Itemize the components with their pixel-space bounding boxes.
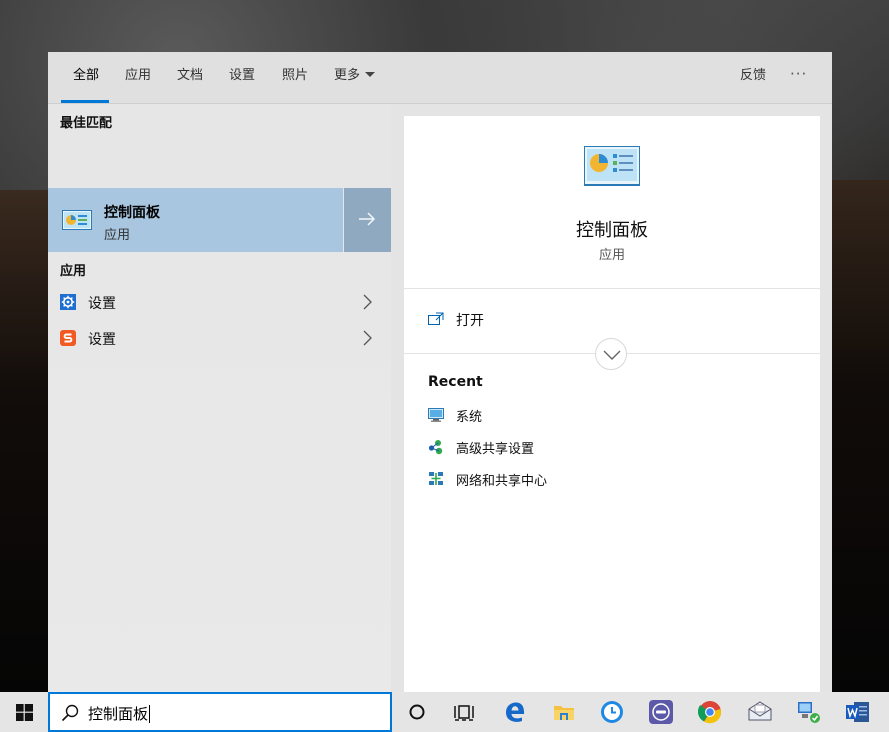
- caret-down-icon: [365, 72, 376, 77]
- tab-more[interactable]: 更多: [334, 67, 376, 89]
- gear-icon: [60, 294, 76, 310]
- tab-settings[interactable]: 设置: [229, 67, 255, 89]
- clock-app-icon: [601, 701, 623, 723]
- task-view-icon: [454, 705, 474, 721]
- arrow-right-icon: [359, 212, 376, 226]
- app-result-label: 设置: [88, 296, 116, 312]
- remote-desktop-button[interactable]: [784, 692, 832, 732]
- tab-documents[interactable]: 文档: [177, 67, 203, 89]
- word-icon: [846, 702, 869, 722]
- chevron-right-icon: [363, 294, 372, 310]
- start-button[interactable]: [0, 692, 48, 732]
- app-badge-icon: [649, 700, 673, 724]
- network-icon: [429, 472, 443, 485]
- best-match-title: 控制面板: [104, 205, 160, 221]
- text-caret: [149, 704, 151, 723]
- best-match-expand-button[interactable]: [344, 188, 391, 252]
- recent-item-advanced-sharing[interactable]: 高级共享设置: [428, 438, 728, 458]
- app-result-settings[interactable]: 设置: [48, 284, 391, 320]
- tab-apps[interactable]: 应用: [125, 67, 151, 89]
- recent-item-network-center[interactable]: 网络和共享中心: [428, 470, 728, 490]
- taskbar-search-input[interactable]: 控制面板: [48, 692, 392, 732]
- best-match-heading: 最佳匹配: [60, 116, 113, 131]
- sogou-s-icon: [60, 330, 76, 346]
- file-explorer-icon: [554, 706, 574, 720]
- file-explorer-button[interactable]: [540, 692, 588, 732]
- tab-photos[interactable]: 照片: [282, 67, 308, 89]
- cortana-icon: [409, 704, 425, 720]
- system-monitor-icon: [428, 408, 444, 422]
- recent-item-label: 高级共享设置: [456, 442, 535, 457]
- feedback-link[interactable]: 反馈: [740, 67, 766, 89]
- mail-app-button[interactable]: [735, 692, 783, 732]
- tab-more-label: 更多: [334, 68, 361, 83]
- chrome-icon: [698, 701, 722, 724]
- taskbar: 控制面板: [0, 692, 889, 732]
- open-external-icon: [428, 312, 444, 325]
- more-options-button[interactable]: ···: [790, 65, 807, 83]
- app-result-settings-sogou[interactable]: 设置: [48, 320, 391, 356]
- search-query-text: 控制面板: [88, 704, 151, 723]
- task-view-button[interactable]: [440, 692, 488, 732]
- preview-pane: 控制面板 应用 打开 Recent 系统 高级共享设置 网络和共享中心: [404, 116, 820, 692]
- chevron-down-icon: [603, 350, 621, 360]
- wallpaper-right-edge: [832, 180, 889, 690]
- preview-title: 控制面板: [576, 220, 648, 241]
- recent-item-label: 网络和共享中心: [456, 474, 548, 489]
- recent-item-label: 系统: [456, 410, 483, 425]
- best-match-item[interactable]: 控制面板 应用: [48, 188, 343, 252]
- open-action-label: 打开: [456, 313, 484, 329]
- app-result-label: 设置: [88, 332, 116, 348]
- divider: [404, 288, 820, 289]
- edge-button[interactable]: [491, 692, 539, 732]
- sharing-icon: [428, 440, 443, 455]
- mail-app-icon: [748, 701, 772, 721]
- recent-item-system[interactable]: 系统: [428, 406, 728, 426]
- search-filter-bar: 全部 应用 文档 设置 照片 更多 反馈 ···: [48, 52, 832, 104]
- remote-desktop-icon: [798, 702, 820, 723]
- active-tab-indicator: [61, 100, 109, 103]
- cortana-button[interactable]: [393, 692, 441, 732]
- preview-subtitle: 应用: [598, 248, 625, 263]
- tab-all[interactable]: 全部: [73, 67, 99, 89]
- edge-icon: [506, 702, 525, 722]
- clock-app-button[interactable]: [588, 692, 636, 732]
- recent-heading: Recent: [428, 374, 483, 390]
- search-panel: 全部 应用 文档 设置 照片 更多 反馈 ··· 最佳匹配 控制面板 应用 应用…: [48, 52, 832, 692]
- search-icon: [61, 704, 79, 722]
- results-list: 最佳匹配 控制面板 应用 应用 设置 设置: [48, 104, 391, 692]
- best-match-subtitle: 应用: [104, 228, 131, 243]
- word-button[interactable]: [833, 692, 881, 732]
- chrome-button[interactable]: [686, 692, 734, 732]
- app-badge-button[interactable]: [637, 692, 685, 732]
- chevron-right-icon: [363, 330, 372, 346]
- control-panel-icon: [584, 146, 640, 186]
- windows-logo-icon: [16, 704, 33, 721]
- apps-heading: 应用: [60, 264, 87, 279]
- show-more-button[interactable]: [595, 338, 627, 370]
- control-panel-icon: [62, 210, 92, 230]
